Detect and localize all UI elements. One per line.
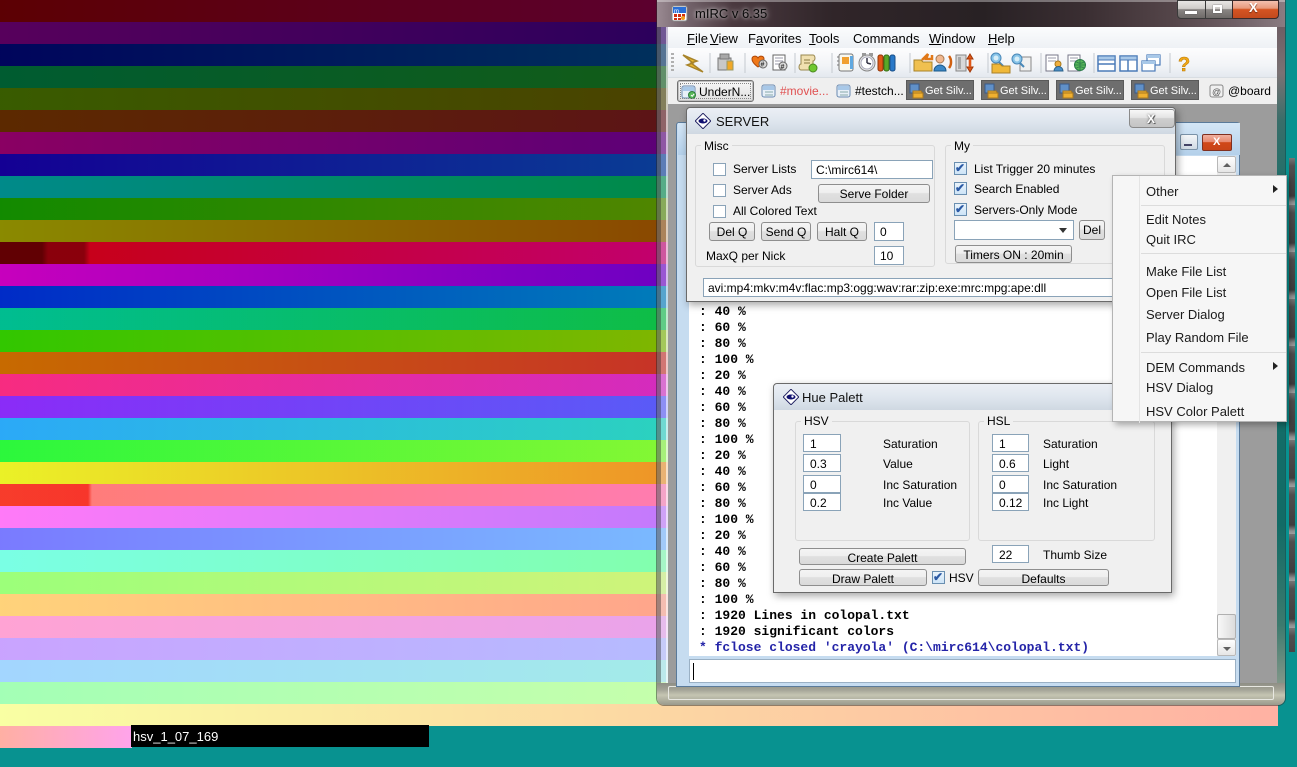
svg-text:#: #: [781, 64, 785, 71]
svg-text:?: ?: [1178, 54, 1190, 76]
svg-text:#: #: [761, 62, 765, 69]
svg-text:m: m: [674, 9, 679, 15]
svg-text:@: @: [1212, 87, 1221, 97]
